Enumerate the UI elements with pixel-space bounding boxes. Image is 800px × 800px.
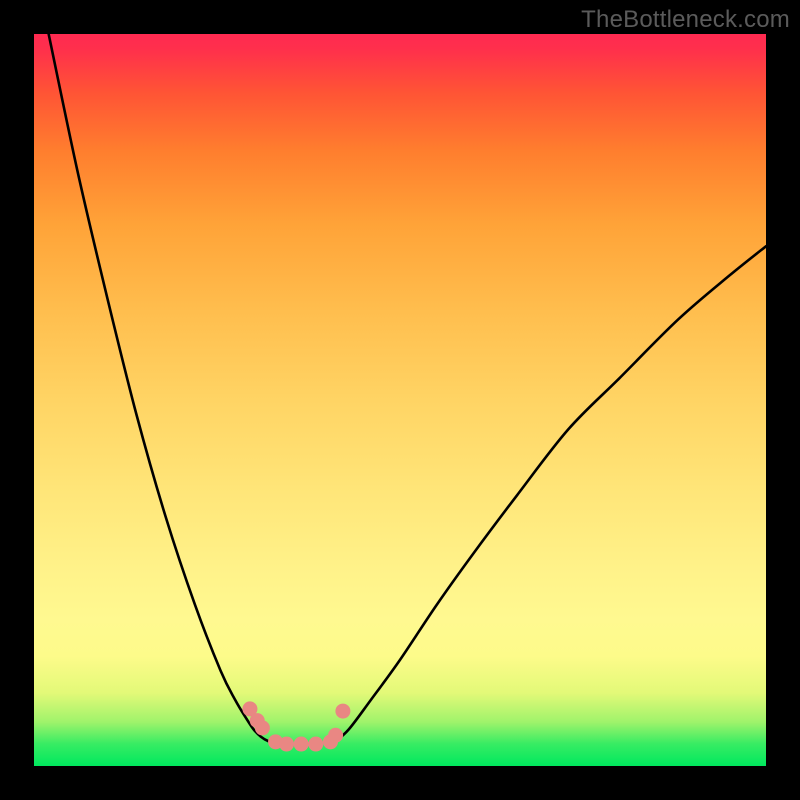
data-point [308, 737, 323, 752]
data-point [279, 737, 294, 752]
plot-area [34, 34, 766, 766]
data-points [34, 34, 766, 766]
data-point [255, 720, 270, 735]
watermark-text: TheBottleneck.com [581, 6, 790, 34]
data-point [328, 728, 343, 743]
data-point [335, 704, 350, 719]
data-point [294, 737, 309, 752]
chart-frame: TheBottleneck.com [0, 0, 800, 800]
